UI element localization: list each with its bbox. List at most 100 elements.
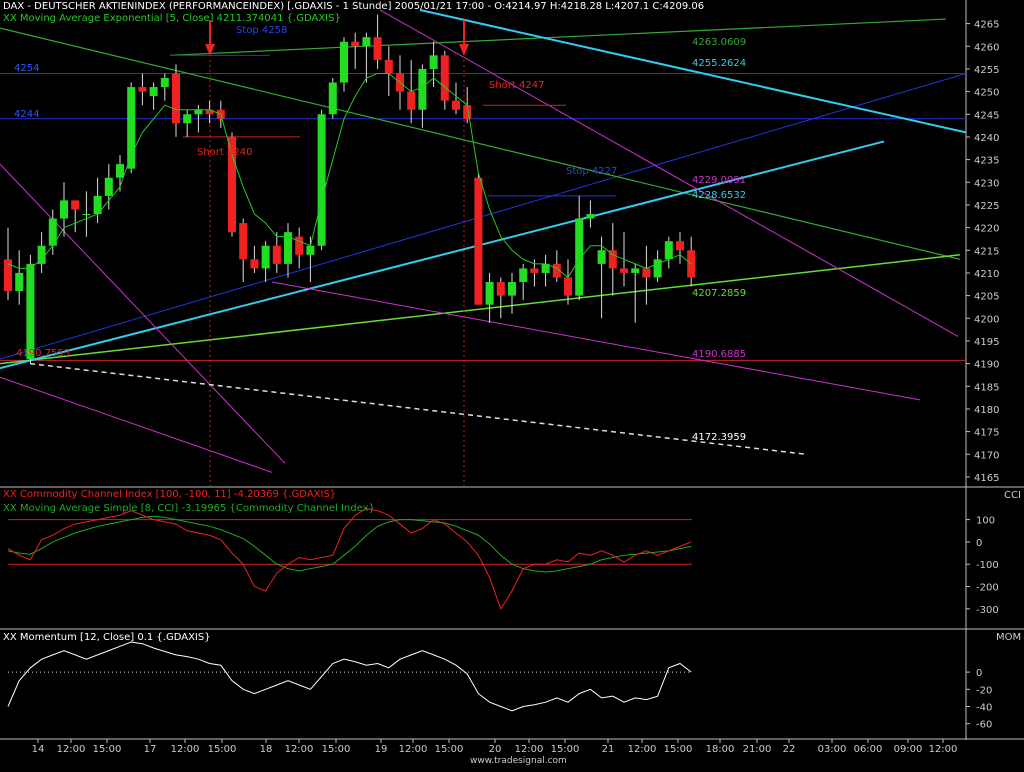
candle-body-1 <box>15 272 24 292</box>
candle-body-38 <box>429 55 438 69</box>
mom-tick-label-1: -20 <box>976 685 992 696</box>
price-tick-label-17: 4250 <box>974 88 999 99</box>
candle-body-50 <box>564 277 572 296</box>
price-tick-label-13: 4230 <box>974 178 999 189</box>
mom-tick-label-3: -60 <box>976 720 992 731</box>
cci-tick-label-1: 0 <box>976 538 982 549</box>
price-tick-label-10: 4215 <box>974 246 999 257</box>
annotation-short-4240: Short 4240 <box>197 147 253 158</box>
time-tick-label-13: 12:00 <box>515 744 544 755</box>
momentum-line <box>7 641 692 712</box>
mom-title: XX Momentum [12, Close] 0.1 {.GDAXIS} <box>3 632 211 643</box>
annotation-stop-4227: Stop 4227 <box>566 166 618 177</box>
candle-body-46 <box>519 268 528 282</box>
time-tick-label-5: 15:00 <box>208 744 237 755</box>
annotation-stop-4258: Stop 4258 <box>236 25 288 36</box>
price-tick-label-6: 4195 <box>974 337 999 348</box>
candle-body-42 <box>474 177 483 305</box>
price-tick-label-11: 4220 <box>974 224 999 235</box>
candle-body-5 <box>60 200 68 219</box>
candle-body-14 <box>160 78 169 88</box>
mom-tick-label-2: -40 <box>976 703 992 714</box>
time-tick-label-18: 18:00 <box>706 744 735 755</box>
price-tick-label-0: 4165 <box>974 473 999 484</box>
cci-ma-line <box>7 515 692 573</box>
price-tick-label-18: 4255 <box>974 65 999 76</box>
candle-body-58 <box>653 259 662 278</box>
candle-body-23 <box>261 245 270 269</box>
time-tick-label-7: 12:00 <box>285 744 314 755</box>
candle-body-21 <box>239 223 248 260</box>
chart-svg: 4165 4170 4175 4180 4185 4190 4195 4200 4205 4210… <box>0 0 1024 755</box>
price-tick-label-4: 4185 <box>974 382 999 393</box>
candle-body-34 <box>384 59 393 74</box>
candle-body-47 <box>530 268 539 273</box>
magenta-channel-lower <box>271 281 921 401</box>
time-tick-label-24: 12:00 <box>929 744 958 755</box>
candle-body-60 <box>676 241 684 251</box>
time-tick-label-12: 20 <box>489 744 502 755</box>
price-tick-label-15: 4240 <box>974 133 999 144</box>
time-tick-label-0: 14 <box>32 744 45 755</box>
candle-body-44 <box>496 282 505 296</box>
candle-body-6 <box>71 200 80 210</box>
candle-body-52 <box>586 214 595 219</box>
candle-body-17 <box>194 109 203 115</box>
value-4172: 4172.3959 <box>692 432 747 443</box>
price-tick-label-14: 4235 <box>974 156 999 167</box>
candle-body-2 <box>26 263 35 360</box>
candle-body-7 <box>82 214 91 215</box>
candle-body-12 <box>138 87 147 92</box>
price-tick-label-19: 4260 <box>974 42 999 53</box>
price-tick-label-5: 4190 <box>974 360 999 371</box>
cci-tick-label-2: -100 <box>976 560 999 571</box>
time-tick-label-10: 12:00 <box>399 744 428 755</box>
annotation-short-4247: Short 4247 <box>489 80 545 91</box>
ema-title: XX Moving Average Exponential [5, Close]… <box>3 13 341 24</box>
time-tick-label-22: 06:00 <box>854 744 883 755</box>
candle-body-22 <box>250 259 259 269</box>
candle-body-55 <box>620 268 628 273</box>
time-tick-label-17: 15:00 <box>664 744 693 755</box>
time-tick-label-21: 03:00 <box>818 744 847 755</box>
candle-body-43 <box>485 282 494 305</box>
time-tick-label-15: 21 <box>602 744 615 755</box>
value-4229: 4229.0091 <box>692 175 747 186</box>
candle-body-51 <box>575 218 584 296</box>
magenta-line-left-1 <box>0 163 286 464</box>
candle-body-39 <box>440 55 449 101</box>
candle-body-53 <box>597 250 606 264</box>
cci-ma-title: XX Moving Average Simple [8, CCI] -3.199… <box>3 503 375 514</box>
candle-body-28 <box>317 114 326 246</box>
price-tick-label-8: 4205 <box>974 292 999 303</box>
time-tick-label-2: 15:00 <box>93 744 122 755</box>
candle-body-24 <box>272 245 281 264</box>
price-tick-label-12: 4225 <box>974 201 999 212</box>
candle-body-45 <box>508 282 516 296</box>
white-dashed-projection <box>29 362 807 456</box>
price-tick-label-2: 4175 <box>974 428 999 439</box>
time-tick-label-19: 21:00 <box>743 744 772 755</box>
candle-body-59 <box>664 241 673 260</box>
candle-body-13 <box>149 87 158 97</box>
time-tick-label-14: 15:00 <box>551 744 580 755</box>
mom-tick-label-0: 0 <box>976 668 982 679</box>
time-tick-label-11: 15:00 <box>435 744 464 755</box>
price-tick-label-7: 4200 <box>974 314 999 325</box>
mom-axis-name: MOM <box>996 632 1022 643</box>
time-tick-label-23: 09:00 <box>894 744 923 755</box>
value-4228: 4228.6532 <box>692 190 747 201</box>
price-tick-label-1: 4170 <box>974 450 999 461</box>
candle-body-15 <box>172 73 180 124</box>
candle-body-31 <box>351 41 360 47</box>
candle-body-26 <box>295 236 304 255</box>
cci-title: XX Commodity Channel Index [100, -100, 1… <box>3 489 337 500</box>
value-4255: 4255.2624 <box>692 58 747 69</box>
time-tick-label-4: 12:00 <box>171 744 200 755</box>
arrow-signal-2-head <box>459 44 469 56</box>
candle-body-16 <box>183 114 192 124</box>
value-4190: 4190.6885 <box>692 349 747 360</box>
price-tick-label-16: 4245 <box>974 110 999 121</box>
price-title: DAX - DEUTSCHER AKTIENINDEX (PERFORMANCE… <box>3 1 705 12</box>
magenta-line-left-2 <box>0 376 273 473</box>
